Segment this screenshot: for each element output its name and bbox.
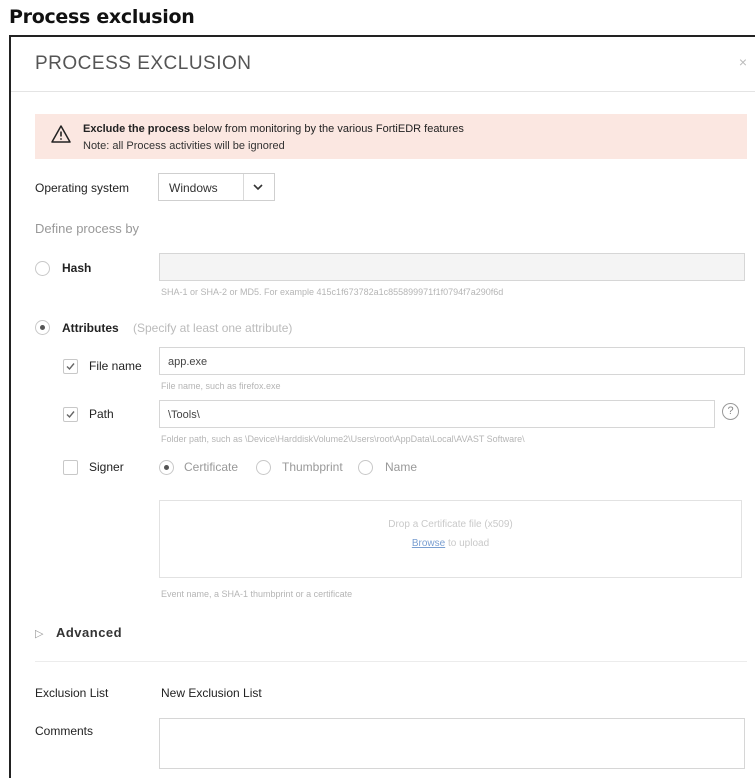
select-divider	[243, 174, 244, 200]
divider	[35, 661, 747, 662]
advanced-label: Advanced	[55, 625, 123, 640]
hash-hint: SHA-1 or SHA-2 or MD5. For example 415c1…	[161, 287, 504, 297]
browse-link[interactable]: Browse	[412, 538, 445, 549]
os-select-value: Windows	[169, 181, 218, 195]
exclusion-list-value: New Exclusion List	[161, 686, 262, 700]
path-input[interactable]: \Tools\	[159, 400, 715, 428]
file-name-label: File name	[89, 359, 142, 373]
drop-text: Drop a Certificate file (x509)	[388, 519, 513, 530]
signer-option-thumbprint-label: Thumbprint	[282, 460, 343, 474]
browse-rest: to upload	[445, 538, 490, 549]
check-icon	[66, 363, 75, 371]
expand-arrow-icon: ▷	[35, 628, 44, 640]
os-select[interactable]: Windows	[158, 173, 275, 201]
file-name-input-value: app.exe	[168, 356, 208, 368]
file-name-checkbox[interactable]	[63, 359, 78, 374]
signer-option-thumbprint-radio[interactable]	[256, 460, 271, 475]
signer-checkbox[interactable]	[63, 460, 78, 475]
close-icon[interactable]: ×	[739, 54, 747, 70]
warning-text: Exclude the process below from monitorin…	[83, 123, 464, 135]
drop-browse: Browse to upload	[160, 538, 741, 549]
hash-radio[interactable]	[35, 261, 50, 276]
signer-hint: Event name, a SHA-1 thumbprint or a cert…	[161, 589, 353, 599]
check-icon	[66, 411, 75, 419]
attributes-sublabel: (Specify at least one attribute)	[133, 321, 293, 335]
path-checkbox[interactable]	[63, 407, 78, 422]
path-label: Path	[89, 407, 114, 421]
warning-banner: Exclude the process below from monitorin…	[35, 114, 747, 159]
advanced-toggle[interactable]: ▷ Advanced	[35, 625, 122, 640]
hash-label: Hash	[62, 261, 92, 275]
signer-option-name-label: Name	[385, 460, 418, 474]
chevron-down-icon	[253, 184, 263, 191]
process-exclusion-dialog: PROCESS EXCLUSION × Exclude the process …	[9, 35, 755, 778]
os-label: Operating system	[35, 181, 130, 195]
signer-option-certificate-label: Certificate	[184, 460, 239, 474]
warning-rest-text: below from monitoring by the various For…	[190, 123, 464, 135]
warning-note: Note: all Process activities will be ign…	[83, 140, 285, 152]
warning-icon	[51, 125, 71, 143]
attributes-radio[interactable]	[35, 320, 50, 335]
dialog-title: PROCESS EXCLUSION	[35, 53, 252, 74]
signer-label: Signer	[89, 460, 124, 474]
hash-input[interactable]	[159, 253, 745, 281]
comments-textarea[interactable]	[159, 718, 745, 769]
file-name-hint: File name, such as firefox.exe	[161, 381, 281, 391]
certificate-drop-zone[interactable]: Drop a Certificate file (x509) Browse to…	[159, 500, 742, 578]
file-name-input[interactable]: app.exe	[159, 347, 745, 375]
path-hint: Folder path, such as \Device\HarddiskVol…	[161, 434, 525, 444]
page-heading: Process exclusion	[9, 6, 195, 28]
signer-option-name-radio[interactable]	[358, 460, 373, 475]
help-icon[interactable]: ?	[722, 403, 739, 420]
attributes-label: Attributes	[62, 321, 119, 335]
signer-option-certificate-radio[interactable]	[159, 460, 174, 475]
path-input-value: \Tools\	[168, 409, 200, 421]
dialog-header: PROCESS EXCLUSION ×	[11, 37, 755, 92]
warning-bold-text: Exclude the process	[83, 123, 190, 135]
comments-label: Comments	[35, 724, 94, 738]
exclusion-list-label: Exclusion List	[35, 686, 109, 700]
define-process-label: Define process by	[35, 221, 140, 236]
